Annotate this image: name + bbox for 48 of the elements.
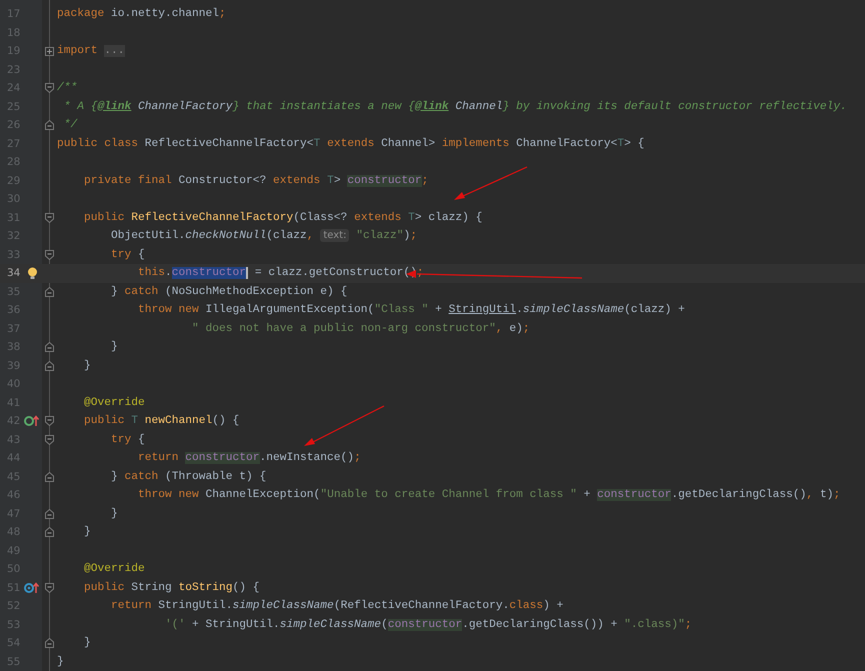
code-line: @Override bbox=[83, 396, 146, 410]
code-line: package io.netty.channel; bbox=[57, 6, 227, 22]
code-line: } catch (NoSuchMethodException e) { bbox=[110, 284, 348, 300]
fold-end-icon[interactable] bbox=[45, 360, 54, 371]
fold-end-icon[interactable] bbox=[45, 638, 54, 648]
collapse-fold-icon[interactable] bbox=[45, 250, 54, 260]
collapse-fold-icon[interactable] bbox=[45, 212, 54, 223]
code-line: public String toString() { bbox=[83, 580, 261, 596]
code-line: public T newChannel() { bbox=[83, 414, 240, 429]
code-line: return StringUtil.simpleClassName(ReflectiveChannelFactory.class) + bbox=[110, 598, 564, 614]
code-line: } bbox=[110, 340, 119, 355]
overrides-marker-icon[interactable] bbox=[24, 582, 40, 594]
fold-end-icon[interactable] bbox=[45, 286, 54, 297]
collapse-fold-icon[interactable] bbox=[45, 434, 54, 445]
code-line: " does not have a public non-arg constructor", e); bbox=[191, 322, 531, 336]
code-line: try { bbox=[110, 248, 146, 262]
fold-end-icon[interactable] bbox=[45, 527, 54, 538]
code-line: '(' + StringUtil.simpleClassName(constructor.getDeclaringClass()) + ".class)"; bbox=[164, 618, 693, 632]
code-line: throw new IllegalArgumentException("Class " + StringUtil.simpleClassName(clazz) + bbox=[137, 302, 686, 318]
code-line: } bbox=[83, 358, 92, 374]
code-line: public class ReflectiveChannelFactory<T extends Channel> implements ChannelFactory<T> { bbox=[57, 136, 646, 152]
code-line: * A {@link ChannelFactory} that instantiates a new {@link Channel} by invoking its default constructor reflectively. bbox=[62, 100, 848, 114]
code-line: ObjectUtil.checkNotNull(clazz, text: "clazz"); bbox=[110, 228, 418, 244]
collapse-fold-icon[interactable] bbox=[45, 582, 54, 593]
code-line: return constructor.newInstance(); bbox=[137, 450, 362, 466]
lightbulb-icon[interactable] bbox=[26, 266, 38, 280]
code-line: public ReflectiveChannelFactory(Class<? extends T> clazz) { bbox=[83, 210, 484, 226]
code-line: throw new ChannelException("Unable to create Channel from class " + constructor.getDeclaringClass(), t); bbox=[137, 488, 842, 503]
code-line: private final Constructor<? extends T> constructor; bbox=[83, 174, 430, 188]
fold-end-icon[interactable] bbox=[45, 342, 54, 352]
code-line: @Override bbox=[83, 562, 146, 577]
code-line: import ... bbox=[57, 44, 126, 59]
code-line: } bbox=[83, 636, 92, 651]
fold-end-icon[interactable] bbox=[45, 472, 54, 482]
code-line: } catch (Throwable t) { bbox=[110, 470, 268, 484]
collapse-fold-icon[interactable] bbox=[45, 416, 54, 426]
code-line: */ bbox=[62, 118, 78, 133]
fold-end-icon[interactable] bbox=[45, 120, 54, 130]
implements-marker-icon[interactable] bbox=[24, 415, 40, 428]
code-line: } bbox=[110, 506, 119, 522]
fold-end-icon[interactable] bbox=[45, 508, 54, 519]
code-line: } bbox=[57, 654, 65, 670]
expand-fold-icon[interactable] bbox=[45, 46, 54, 56]
code-line: } bbox=[83, 524, 92, 540]
collapse-fold-icon[interactable] bbox=[45, 83, 54, 94]
line-number: 34 bbox=[6, 266, 22, 282]
code-line: /** bbox=[57, 80, 78, 96]
code-line: try { bbox=[110, 432, 146, 448]
